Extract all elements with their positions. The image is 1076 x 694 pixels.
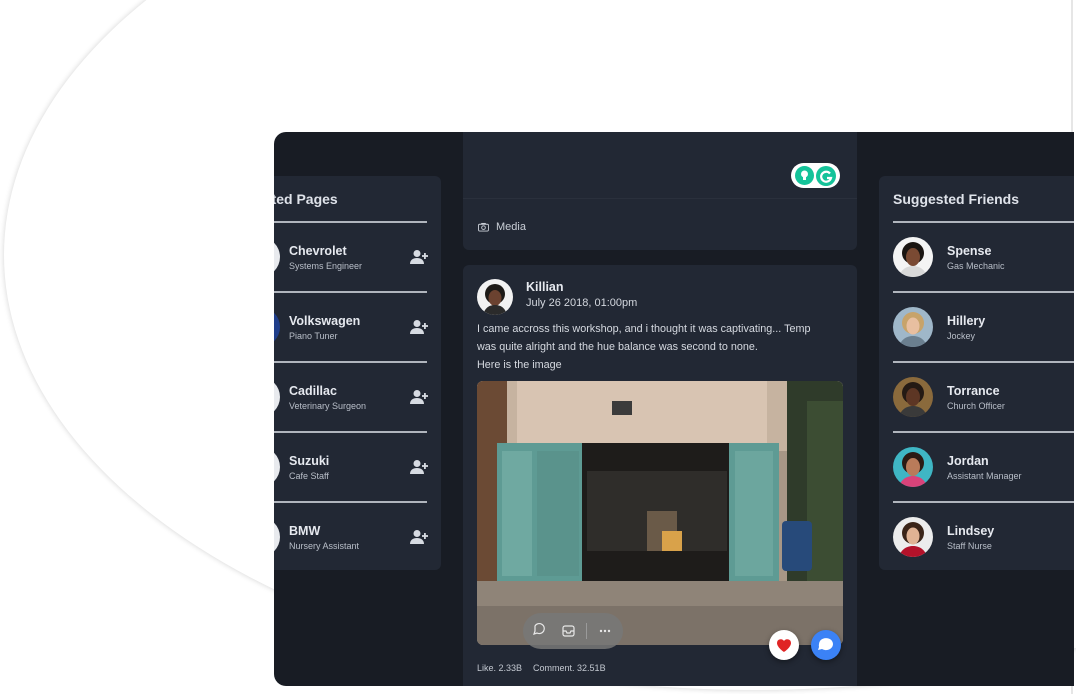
friend-name: Spense [947,244,992,258]
page-logo [274,377,280,417]
page-logo [274,307,280,347]
page-name: Chevrolet [289,244,347,258]
avatar [893,517,933,557]
page-name: BMW [289,524,321,538]
social-app-window: ested Pages Chevrolet Systems Engineer V… [274,132,1074,686]
post-author[interactable]: Killian [526,280,564,294]
user-plus-icon[interactable] [410,389,428,405]
camera-icon [478,222,489,232]
avatar[interactable] [477,279,513,315]
post-timestamp: July 26 2018, 01:00pm [526,297,638,309]
speech-bubble-icon[interactable] [811,630,841,660]
bulb-icon [795,166,814,185]
friend-row-torrance[interactable]: Torrance Church Officer [879,362,1074,432]
grammarly-badge[interactable] [791,163,840,188]
post-text-line: Here is the image [477,359,562,371]
more-options-icon [599,629,611,633]
suggested-friends-panel: Suggested Friends Spense Gas Mechanic Hi… [879,176,1074,570]
post-text-line: I came accross this workshop, and i thou… [477,323,811,335]
page-row-bmw[interactable]: BMW Nursery Assistant [274,502,441,572]
media-label: Media [496,221,526,233]
friend-subtitle: Gas Mechanic [947,261,1005,271]
friend-subtitle: Assistant Manager [947,471,1022,481]
avatar [893,447,933,487]
comment-count[interactable]: Comment. 32.51B [533,663,606,673]
page-row-cadillac[interactable]: Cadillac Veterinary Surgeon [274,362,441,432]
post-stats: Like. 2.33B Comment. 32.51B [477,663,606,673]
post-image[interactable] [477,381,843,645]
friend-name: Hillery [947,314,986,328]
page-name: Volkswagen [289,314,361,328]
page-row-volkswagen[interactable]: Volkswagen Piano Tuner [274,292,441,362]
suggested-pages-panel: ested Pages Chevrolet Systems Engineer V… [274,176,441,570]
friend-subtitle: Staff Nurse [947,541,992,551]
friend-row-lindsey[interactable]: Lindsey Staff Nurse [879,502,1074,572]
page-name: Suzuki [289,454,330,468]
page-name: Cadillac [289,384,337,398]
screenshot-stage: ested Pages Chevrolet Systems Engineer V… [0,0,1076,694]
grammarly-icon [816,166,836,186]
page-subtitle: Veterinary Surgeon [289,401,367,411]
suggested-friends-title: Suggested Friends [893,191,1020,207]
post-text-line: was quite alright and the hue balance wa… [477,341,758,353]
page-logo [274,237,280,277]
inbox-icon [562,625,575,637]
comment-outline-icon [533,622,545,635]
divider [463,198,857,199]
avatar [893,307,933,347]
page-logo [274,447,280,487]
friend-subtitle: Jockey [947,331,976,341]
page-row-suzuki[interactable]: Suzuki Cafe Staff [274,432,441,502]
friend-row-jordan[interactable]: Jordan Assistant Manager [879,432,1074,502]
friend-name: Lindsey [947,524,995,538]
user-plus-icon[interactable] [410,459,428,475]
friend-row-hillery[interactable]: Hillery Jockey [879,292,1074,362]
avatar [893,237,933,277]
avatar [893,377,933,417]
page-logo [274,517,280,557]
heart-icon[interactable] [769,630,799,660]
user-plus-icon[interactable] [410,249,428,265]
post-composer: Media [463,132,857,250]
page-subtitle: Cafe Staff [289,471,329,481]
suggested-pages-title: ested Pages [274,191,338,207]
page-row-chevrolet[interactable]: Chevrolet Systems Engineer [274,222,441,292]
post-card: Killian July 26 2018, 01:00pm I came acc… [463,265,857,686]
image-action-toolbar [523,613,623,649]
friend-name: Jordan [947,454,989,468]
friend-row-spense[interactable]: Spense Gas Mechanic [879,222,1074,292]
user-plus-icon[interactable] [410,319,428,335]
page-subtitle: Nursery Assistant [289,541,360,551]
user-plus-icon[interactable] [410,529,428,545]
media-button[interactable]: Media [478,221,526,233]
page-subtitle: Systems Engineer [289,261,363,271]
like-count[interactable]: Like. 2.33B [477,663,522,673]
page-subtitle: Piano Tuner [289,331,338,341]
post-body: I came accross this workshop, and i thou… [477,320,849,374]
friend-name: Torrance [947,384,1000,398]
friend-subtitle: Church Officer [947,401,1005,411]
